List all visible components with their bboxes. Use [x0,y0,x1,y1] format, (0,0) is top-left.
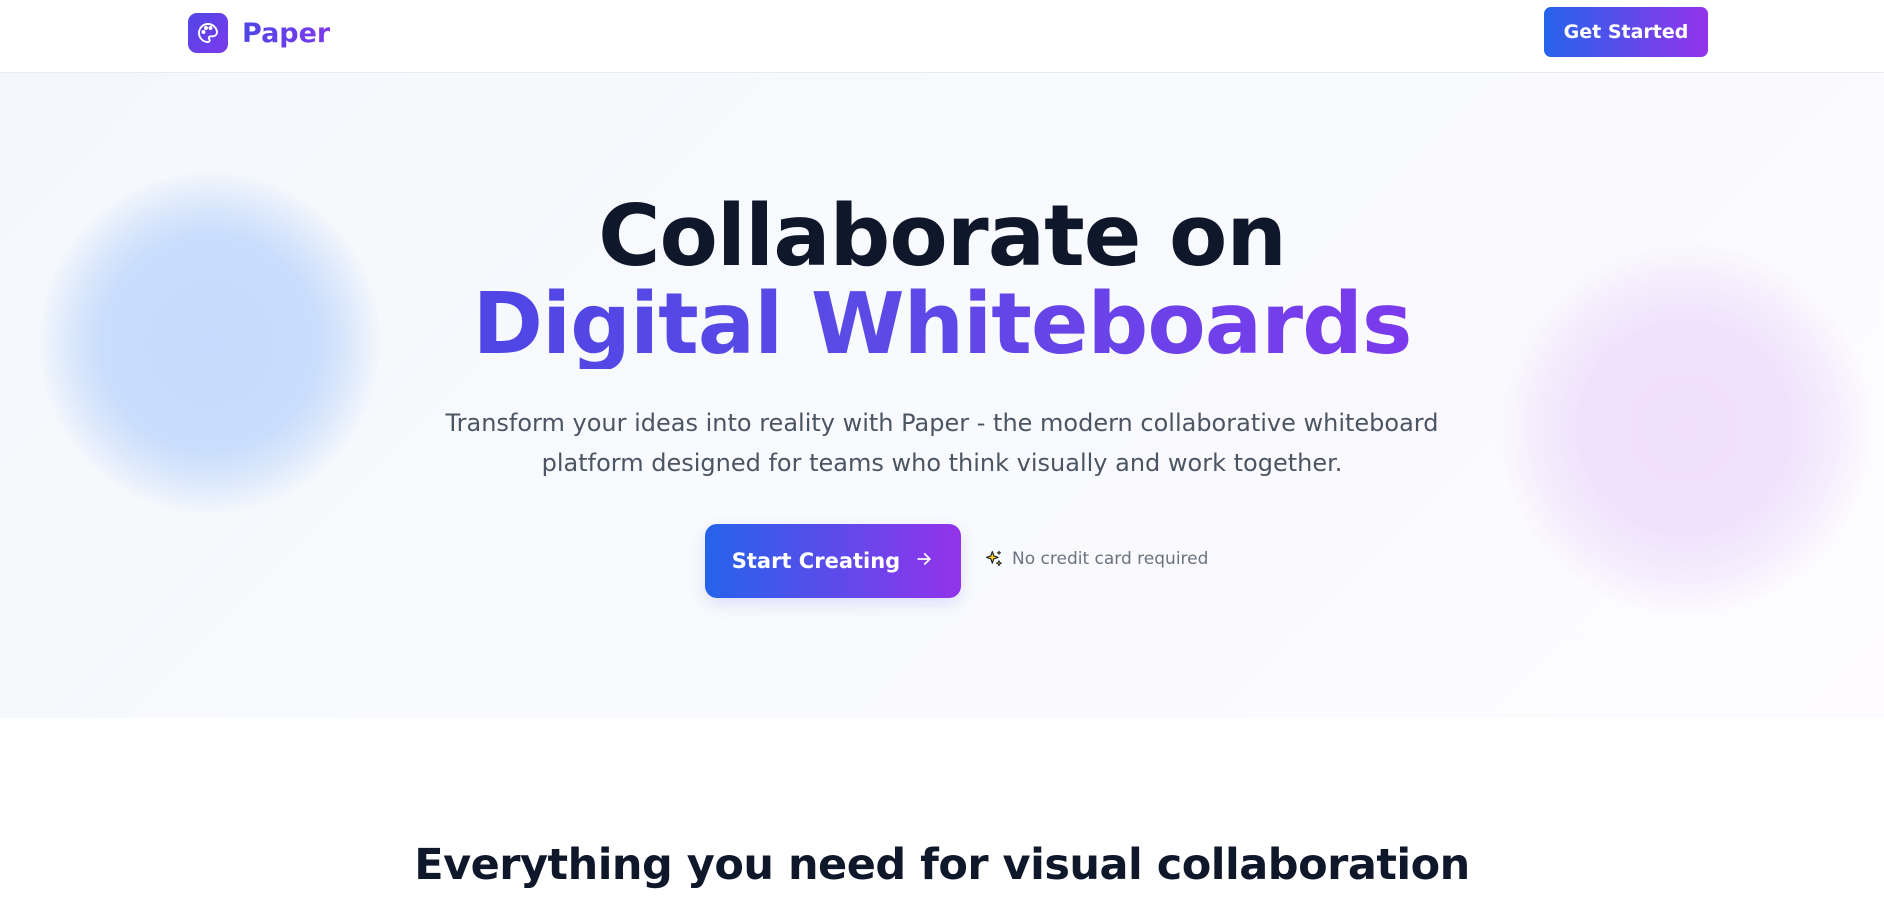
start-creating-button[interactable]: Start Creating [705,524,961,598]
hero-title: Collaborate on Digital Whiteboards [0,193,1884,369]
hero-title-highlight: Digital Whiteboards [472,275,1412,374]
hero-title-line-1: Collaborate on [598,187,1287,286]
get-started-button[interactable]: Get Started [1544,7,1708,57]
landing-page: Paper Get Started Collaborate on Digital… [0,0,1884,917]
start-creating-label: Start Creating [731,549,901,573]
hero-subtitle: Transform your ideas into reality with P… [445,409,1439,477]
no-credit-card-note: No credit card required [984,549,1208,569]
features-heading: Everything you need for visual collabora… [414,840,1470,890]
arrow-right-icon [914,549,934,574]
site-header: Paper Get Started [0,0,1884,73]
brand-name: Paper [242,17,331,49]
brand-logo-link[interactable]: Paper [188,13,330,53]
sparkles-icon [984,549,1004,569]
palette-icon [188,13,228,53]
hero-section: Collaborate on Digital Whiteboards Trans… [0,73,1884,718]
no-credit-card-text: No credit card required [1012,549,1209,569]
